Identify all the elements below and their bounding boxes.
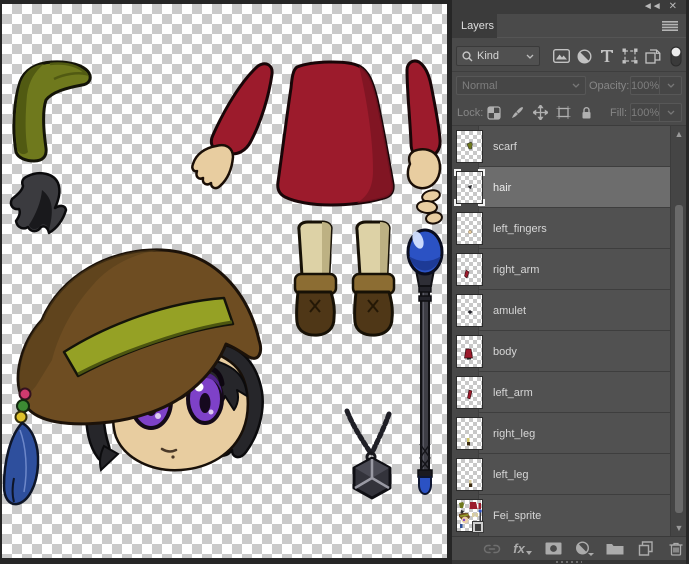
tab-layers[interactable]: Layers	[452, 14, 497, 38]
lock-position-icon[interactable]	[531, 104, 549, 121]
chevron-down-icon	[572, 83, 580, 88]
layer-thumbnail[interactable]	[456, 376, 483, 409]
smart-object-badge	[472, 521, 484, 533]
layer-row-scarf[interactable]: scarf	[452, 126, 670, 167]
layer-name: right_arm	[493, 249, 539, 290]
bead-pink	[20, 389, 31, 400]
left-leg-sprite	[353, 222, 394, 335]
layer-row-fei-sprite[interactable]: Fei_sprite	[452, 495, 670, 536]
layer-name: right_leg	[493, 413, 535, 454]
panel-menu-icon[interactable]	[662, 21, 678, 31]
right-leg-sprite	[295, 222, 336, 335]
scroll-up-icon[interactable]: ▲	[673, 128, 685, 140]
layer-name: body	[493, 331, 517, 372]
layer-thumbnail[interactable]	[456, 417, 483, 450]
layer-name: left_leg	[493, 454, 528, 495]
layer-row-right-leg[interactable]: right_leg	[452, 413, 670, 454]
filter-toggle-switch[interactable]	[666, 47, 686, 65]
staff-sprite	[408, 230, 442, 494]
layers-panel: ◄◄ ✕ Layers Kind	[452, 0, 686, 564]
opacity-label: Opacity:	[589, 80, 629, 92]
layer-list: scarf hair left_fingers	[452, 126, 686, 536]
layer-row-right-arm[interactable]: right_arm	[452, 249, 670, 290]
lock-row: Lock: Fill: 100%	[452, 99, 686, 126]
lock-label: Lock:	[457, 107, 483, 119]
blend-mode-dropdown[interactable]: Normal	[456, 76, 586, 95]
layer-thumbnail[interactable]	[456, 130, 483, 163]
chevron-down-icon	[659, 77, 681, 94]
scroll-down-icon[interactable]: ▼	[673, 522, 685, 534]
canvas[interactable]	[2, 4, 447, 558]
layer-thumbnail[interactable]	[456, 253, 483, 286]
layer-filter-row: Kind	[452, 38, 686, 72]
layer-row-amulet[interactable]: amulet	[452, 290, 670, 331]
layer-thumbnail[interactable]	[456, 335, 483, 368]
new-layer-button[interactable]	[636, 540, 656, 558]
right-arm-sprite	[407, 61, 440, 188]
chevron-down-icon	[659, 104, 681, 121]
layer-name: scarf	[493, 126, 517, 167]
fill-label: Fill:	[610, 107, 627, 119]
sprite-sheet	[2, 4, 447, 558]
layer-name: left_fingers	[493, 208, 547, 249]
new-adjustment-layer-button[interactable]	[574, 540, 594, 558]
layer-thumbnail[interactable]	[456, 458, 483, 491]
new-group-button[interactable]	[605, 540, 625, 558]
layer-list-scrollbar[interactable]: ▲ ▼	[670, 126, 686, 536]
delete-layer-button[interactable]	[666, 540, 686, 558]
kind-filter-dropdown[interactable]: Kind	[456, 46, 540, 66]
hair-tuft-sprite	[11, 173, 66, 233]
layer-name: left_arm	[493, 372, 533, 413]
pixel-layers-filter-icon[interactable]	[551, 47, 571, 65]
search-icon	[462, 51, 473, 62]
robe-body-sprite	[278, 62, 393, 205]
layer-name: hair	[493, 167, 511, 208]
amulet-sprite	[347, 411, 390, 498]
adjustment-layers-filter-icon[interactable]	[574, 47, 594, 65]
lock-all-icon[interactable]	[577, 104, 595, 121]
scrollbar-thumb[interactable]	[675, 205, 683, 513]
layer-thumbnail[interactable]	[456, 212, 483, 245]
resize-grip[interactable]	[556, 561, 582, 563]
layer-row-body[interactable]: body	[452, 331, 670, 372]
layer-thumbnail[interactable]	[456, 294, 483, 327]
layer-name: amulet	[493, 290, 526, 331]
photoshop-window: ◄◄ ✕ Layers Kind	[0, 0, 689, 564]
shape-layers-filter-icon[interactable]	[620, 47, 640, 65]
layer-row-left-arm[interactable]: left_arm	[452, 372, 670, 413]
collapse-panels-icon[interactable]: ◄◄	[643, 2, 661, 12]
chevron-down-icon	[526, 54, 534, 59]
layer-thumbnail[interactable]	[456, 499, 483, 532]
left-arm-sprite	[192, 64, 272, 188]
layers-panel-footer: fx	[452, 536, 686, 560]
bead-green	[17, 400, 29, 412]
layer-style-fx-button[interactable]: fx	[513, 540, 533, 558]
layer-name: Fei_sprite	[493, 495, 541, 536]
left-fingers-sprite	[417, 188, 443, 224]
layer-row-hair[interactable]: hair	[452, 167, 670, 208]
head-with-hat-sprite	[4, 250, 263, 504]
blend-mode-row: Normal Opacity: 100%	[452, 72, 686, 99]
opacity-dropdown[interactable]: 100%	[630, 76, 682, 95]
add-layer-mask-button[interactable]	[543, 540, 563, 558]
layer-thumbnail[interactable]	[456, 171, 483, 204]
scarf-sprite	[14, 62, 90, 161]
link-layers-button[interactable]	[482, 540, 502, 558]
bead-yellow	[16, 412, 27, 423]
panel-group-header: ◄◄ ✕	[452, 0, 686, 14]
fill-dropdown[interactable]: 100%	[630, 103, 682, 122]
lock-transparent-pixels-icon[interactable]	[485, 104, 503, 121]
layer-row-left-leg[interactable]: left_leg	[452, 454, 670, 495]
panel-tab-bar: Layers	[452, 14, 686, 38]
close-panel-icon[interactable]: ✕	[669, 2, 676, 12]
layer-row-left-fingers[interactable]: left_fingers	[452, 208, 670, 249]
type-layers-filter-icon[interactable]	[597, 47, 617, 65]
lock-artboard-nesting-icon[interactable]	[554, 104, 572, 121]
lock-image-pixels-icon[interactable]	[508, 104, 526, 121]
smart-objects-filter-icon[interactable]	[643, 47, 663, 65]
